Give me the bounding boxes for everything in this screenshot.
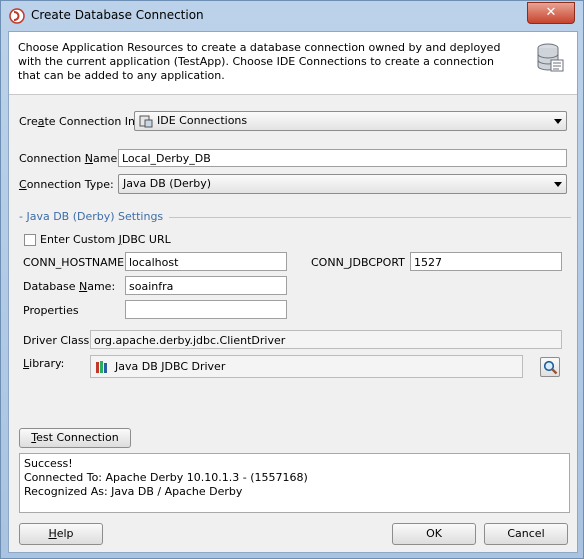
hostname-label: CONN_HOSTNAME	[23, 256, 125, 269]
library-browse-button[interactable]	[540, 357, 560, 377]
cancel-button[interactable]: Cancel	[484, 523, 568, 545]
create-in-label: Create Connection In:	[19, 115, 139, 128]
library-value: Java DB JDBC Driver	[115, 360, 226, 373]
test-connection-button[interactable]: Test Connection	[19, 428, 131, 448]
library-label: Library:	[23, 357, 65, 370]
header-description: Choose Application Resources to create a…	[18, 41, 501, 82]
ok-button[interactable]: OK	[392, 523, 476, 545]
library-books-icon	[96, 361, 107, 373]
create-in-select[interactable]: IDE Connections	[134, 111, 567, 131]
connection-name-input[interactable]: Local_Derby_DB	[118, 149, 567, 167]
properties-label: Properties	[23, 304, 79, 317]
search-icon	[543, 360, 558, 375]
jdeveloper-icon	[9, 8, 25, 24]
chevron-down-icon	[554, 119, 562, 124]
section-title: - Java DB (Derby) Settings	[19, 210, 170, 223]
derby-settings-section: - Java DB (Derby) Settings	[19, 210, 571, 224]
ide-connections-icon	[139, 115, 153, 128]
help-button[interactable]: Help	[19, 523, 103, 545]
status-line: Connected To: Apache Derby 10.10.1.3 - (…	[24, 471, 308, 484]
hostname-input[interactable]: localhost	[125, 252, 287, 271]
library-field: Java DB JDBC Driver	[90, 355, 523, 378]
status-line: Success!	[24, 457, 73, 470]
driver-class-label: Driver Class:	[23, 334, 93, 347]
create-in-value: IDE Connections	[157, 114, 248, 127]
status-line: Recognized As: Java DB / Apache Derby	[24, 485, 243, 498]
connection-type-label: Connection Type:	[19, 178, 114, 191]
connection-name-label: Connection Name:	[19, 152, 121, 165]
title-bar[interactable]: Create Database Connection ✕	[1, 1, 583, 31]
dialog-window: Create Database Connection ✕ Choose Appl…	[0, 0, 584, 559]
chevron-down-icon	[554, 182, 562, 187]
header-panel: Choose Application Resources to create a…	[9, 32, 577, 95]
properties-input[interactable]	[125, 300, 287, 319]
database-name-input[interactable]: soainfra	[125, 276, 287, 295]
close-button[interactable]: ✕	[527, 2, 575, 24]
connection-type-value: Java DB (Derby)	[123, 177, 212, 190]
test-status-output: Success! Connected To: Apache Derby 10.1…	[19, 453, 570, 513]
jdbcport-input[interactable]: 1527	[410, 252, 562, 271]
custom-jdbc-label: Enter Custom JDBC URL	[40, 233, 171, 246]
database-name-label: Database Name:	[23, 280, 116, 293]
custom-jdbc-checkbox[interactable]	[24, 234, 36, 246]
driver-class-field: org.apache.derby.jdbc.ClientDriver	[90, 330, 562, 349]
database-icon	[537, 43, 564, 72]
connection-type-select[interactable]: Java DB (Derby)	[118, 174, 567, 194]
dialog-body: Choose Application Resources to create a…	[8, 31, 578, 553]
jdbcport-label: CONN_JDBCPORT	[311, 256, 405, 269]
window-title: Create Database Connection	[31, 8, 204, 22]
